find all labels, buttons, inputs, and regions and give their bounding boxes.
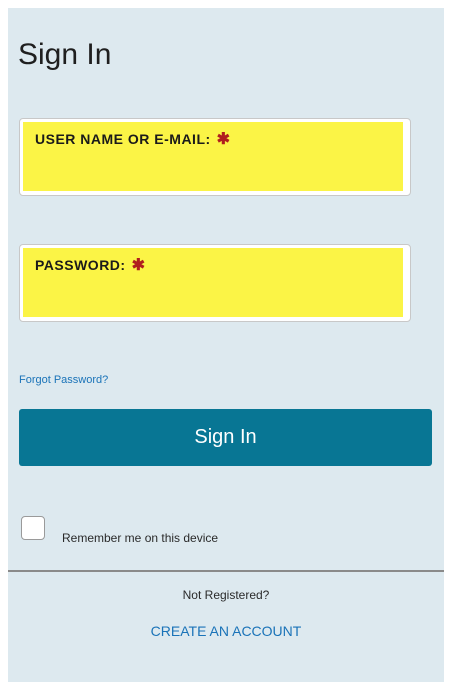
required-asterisk-icon: ✱ [216, 131, 231, 148]
username-label: USER NAME OR E-MAIL: ✱ [35, 129, 231, 149]
divider [8, 570, 444, 572]
password-field[interactable]: PASSWORD: ✱ [19, 244, 411, 322]
password-label-text: PASSWORD: [35, 257, 126, 273]
remember-me-label: Remember me on this device [62, 531, 219, 545]
username-field[interactable]: USER NAME OR E-MAIL: ✱ [19, 118, 411, 196]
username-label-text: USER NAME OR E-MAIL: [35, 131, 211, 147]
create-account-link[interactable]: CREATE AN ACCOUNT [8, 623, 444, 639]
signin-button[interactable]: Sign In [19, 409, 432, 466]
page-title: Sign In [18, 38, 112, 71]
remember-me-checkbox[interactable] [21, 516, 45, 540]
forgot-password-link[interactable]: Forgot Password? [19, 374, 108, 386]
required-asterisk-icon: ✱ [131, 257, 146, 274]
password-label: PASSWORD: ✱ [35, 255, 145, 275]
not-registered-text: Not Registered? [182, 588, 270, 602]
signin-panel: Sign In USER NAME OR E-MAIL: ✱ PASSWORD: ✱… [8, 8, 444, 682]
